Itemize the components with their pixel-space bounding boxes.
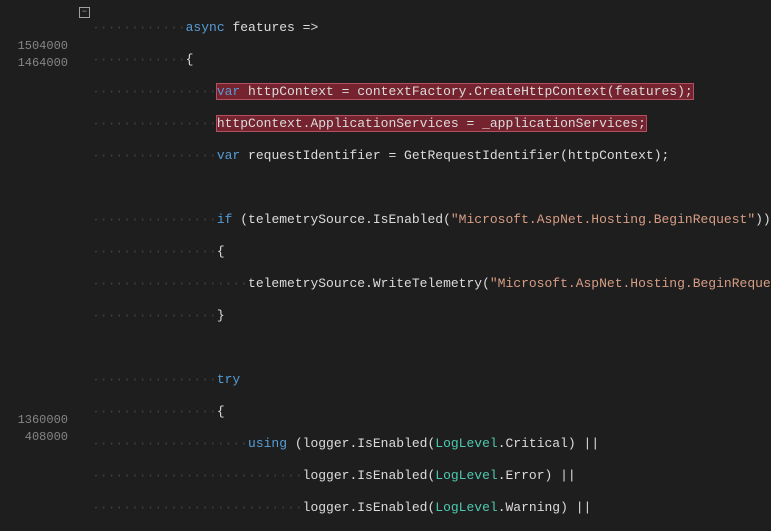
- code-line[interactable]: ················if (telemetrySource.IsEn…: [92, 211, 771, 228]
- code-line[interactable]: ················var requestIdentifier = …: [92, 147, 771, 164]
- profiler-gutter: 1504000 1464000 1360000 408000: [0, 0, 78, 530]
- code-line[interactable]: [92, 179, 771, 196]
- gutter-value: 1360000: [0, 412, 78, 429]
- highlighted-code: var httpContext = contextFactory.CreateH…: [217, 84, 693, 99]
- gutter-value: [0, 276, 78, 293]
- code-line[interactable]: ············async features =>: [92, 19, 771, 36]
- gutter-value: [0, 378, 78, 395]
- gutter-value: [0, 497, 78, 514]
- gutter-value: [0, 242, 78, 259]
- gutter-value: [0, 361, 78, 378]
- gutter-value: [0, 395, 78, 412]
- code-area[interactable]: ············async features => ··········…: [92, 0, 771, 530]
- highlighted-code: httpContext.ApplicationServices = _appli…: [217, 116, 646, 131]
- gutter-value: [0, 21, 78, 38]
- code-editor[interactable]: 1504000 1464000 1360000 408000 − ·······…: [0, 0, 771, 530]
- gutter-value: [0, 514, 78, 531]
- gutter-value: [0, 89, 78, 106]
- gutter-value: [0, 123, 78, 140]
- code-line[interactable]: ················var httpContext = contex…: [92, 83, 771, 100]
- gutter-value: [0, 72, 78, 89]
- gutter-value: [0, 446, 78, 463]
- code-line[interactable]: ············{: [92, 51, 771, 68]
- gutter-value: 1464000: [0, 55, 78, 72]
- fold-toggle-icon[interactable]: −: [79, 7, 90, 18]
- code-line[interactable]: ················{: [92, 403, 771, 420]
- code-line[interactable]: ················try: [92, 371, 771, 388]
- gutter-value: [0, 4, 78, 21]
- gutter-value: [0, 140, 78, 157]
- gutter-value: [0, 344, 78, 361]
- code-line[interactable]: ················}: [92, 307, 771, 324]
- gutter-value: 408000: [0, 429, 78, 446]
- code-line[interactable]: ····················using (logger.IsEnab…: [92, 435, 771, 452]
- code-line[interactable]: ···························logger.IsEnab…: [92, 499, 771, 516]
- code-line[interactable]: ···························logger.IsEnab…: [92, 467, 771, 484]
- gutter-value: [0, 174, 78, 191]
- gutter-value: [0, 293, 78, 310]
- gutter-value: [0, 463, 78, 480]
- gutter-value: 1504000: [0, 38, 78, 55]
- gutter-value: [0, 259, 78, 276]
- code-line[interactable]: ················{: [92, 243, 771, 260]
- gutter-value: [0, 327, 78, 344]
- gutter-value: [0, 106, 78, 123]
- code-line[interactable]: [92, 339, 771, 356]
- gutter-value: [0, 191, 78, 208]
- code-line[interactable]: ················httpContext.ApplicationS…: [92, 115, 771, 132]
- gutter-value: [0, 208, 78, 225]
- fold-gutter: −: [78, 0, 92, 530]
- gutter-value: [0, 225, 78, 242]
- gutter-value: [0, 480, 78, 497]
- gutter-value: [0, 310, 78, 327]
- code-line[interactable]: ····················telemetrySource.Writ…: [92, 275, 771, 292]
- gutter-value: [0, 157, 78, 174]
